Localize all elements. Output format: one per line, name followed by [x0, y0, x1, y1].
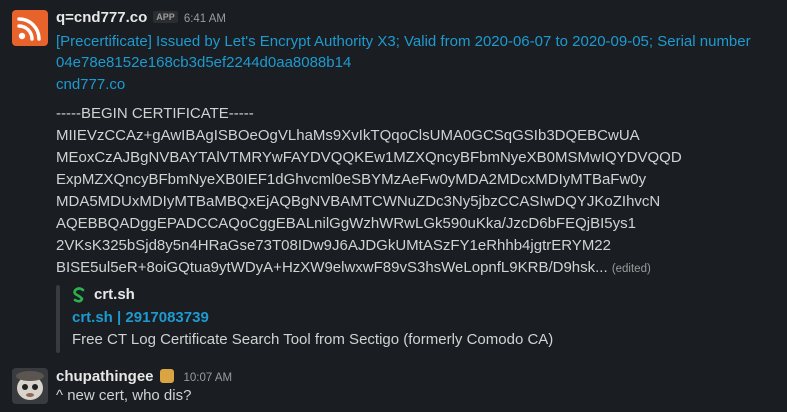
- edited-label: (edited): [611, 263, 651, 275]
- rss-icon: [17, 17, 41, 41]
- attachment-site-name: crt.sh: [94, 286, 135, 303]
- cert-line-last: BISE5ul5eR+8oiGQtua9ytWDyA+HzXW9elwxwF89…: [56, 257, 651, 280]
- sender-name[interactable]: q=cnd777.co: [56, 9, 147, 26]
- timestamp[interactable]: 10:07 AM: [184, 372, 233, 384]
- app-badge: APP: [153, 11, 178, 23]
- avatar-icon: [12, 368, 48, 404]
- cert-line: MIIEVzCCAz+gAwIBAgISBOeOgVLhaMs9XvIkTQqo…: [56, 127, 640, 144]
- sender-name[interactable]: chupathingee: [56, 368, 154, 385]
- attachment-bar: [56, 285, 60, 353]
- cert-line: MEoxCzAJBgNVBAYTAlVTMRYwFAYDVQQKEw1MZXQn…: [56, 149, 682, 166]
- cert-line: 2VKsK325bSjd8y5n4HRaGse73T08IDw9J6AJDGkU…: [56, 237, 611, 254]
- cert-line: -----BEGIN CERTIFICATE-----: [56, 105, 254, 122]
- attachment-header: crt.sh: [72, 284, 135, 306]
- attachment-description: Free CT Log Certificate Search Tool from…: [72, 331, 554, 348]
- user-avatar[interactable]: [12, 368, 48, 404]
- message-header: chupathingee 10:07 AM: [56, 367, 232, 385]
- timestamp[interactable]: 6:41 AM: [184, 13, 226, 25]
- domain-link[interactable]: cnd777.co: [56, 74, 125, 96]
- cert-line: MDA5MDUxMDIyMTBaMBQxEjAQBgNVBAMTCWNuZDc3…: [56, 193, 661, 210]
- status-emoji-icon: [159, 369, 174, 383]
- crt-sh-icon: [73, 287, 85, 303]
- certificate-link-line2[interactable]: 04e78e8152e168cb3d5ef2244d0aa8088b14: [56, 52, 351, 74]
- attachment-title-link[interactable]: crt.sh | 2917083739: [72, 307, 209, 329]
- certificate-link-line1[interactable]: [Precertificate] Issued by Let's Encrypt…: [56, 31, 751, 53]
- cert-line-text: BISE5ul5eR+8oiGQtua9ytWDyA+HzXW9elwxwF89…: [56, 259, 608, 276]
- message-text: ^ new cert, who dis?: [56, 387, 192, 404]
- cert-line: ExpMZXQncyBFbmNyeXB0IEF1dGhvcml0eSBYMzAe…: [56, 171, 647, 188]
- rss-app-avatar[interactable]: [12, 10, 48, 46]
- cert-line: AQEBBQADggEPADCCAQoCggEBALnilGgWzhWRwLGk…: [56, 215, 636, 232]
- message-header: q=cnd777.co APP 6:41 AM: [56, 9, 226, 26]
